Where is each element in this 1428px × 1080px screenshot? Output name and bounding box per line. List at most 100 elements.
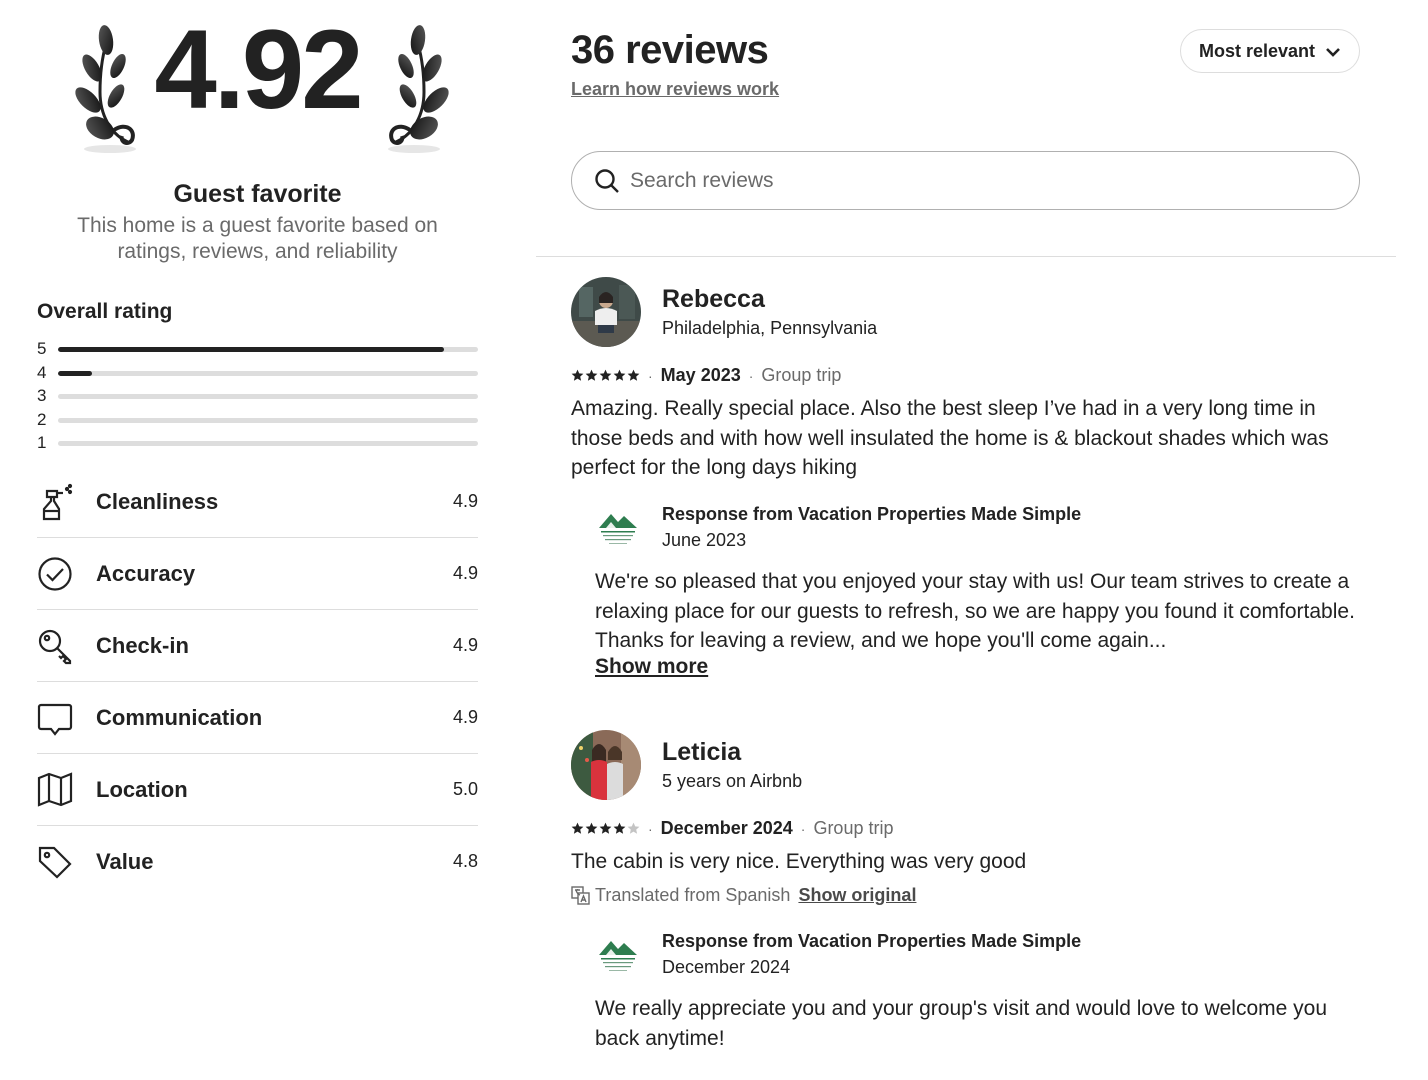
response-date: June 2023 [662,530,747,550]
category-check-in: Check-in 4.9 [37,610,478,682]
category-location: Location 5.0 [37,754,478,826]
review-item: Rebecca Philadelphia, Pennsylvania · May… [571,277,1371,687]
category-label: Value [96,849,154,874]
category-cleanliness: Cleanliness 4.9 [37,466,478,538]
guest-favorite-subtitle: This home is a guest favorite based on r… [77,214,438,263]
chat-bubble-icon [37,703,73,736]
category-value: 4.9 [452,563,478,583]
category-communication: Communication 4.9 [37,682,478,754]
review-meta: · December 2024 · Group trip [571,818,893,839]
learn-how-reviews-work-link[interactable]: Learn how reviews work [571,79,779,100]
response-text: We really appreciate you and your group'… [595,997,1328,1050]
rating-bar-label: 1 [37,433,47,452]
show-original-link[interactable]: Show original [798,885,916,906]
rating-bar-row: 5 [37,339,478,363]
category-value: 4.8 [452,851,478,871]
category-label: Check-in [96,633,189,658]
response-text: We're so pleased that you enjoyed your s… [595,570,1355,652]
separator-dot: · [748,367,754,384]
rating-bar-row: 4 [37,363,478,387]
rating-bar-track [58,370,478,376]
trip-type: Group trip [761,365,842,385]
response-title: Response from Vacation Properties Made S… [662,504,1082,524]
chevron-down-icon [1326,48,1340,57]
section-divider [536,256,1396,257]
rating-bar-track [58,441,478,446]
category-label: Location [96,777,188,802]
review-date: December 2024 [660,818,793,838]
category-value: 5.0 [452,779,478,799]
search-reviews-box[interactable] [571,151,1360,210]
rating-bar-label: 4 [37,362,47,382]
rating-bar-fill [58,370,92,376]
category-ratings: Cleanliness 4.9 Accuracy 4.9 Check-in 4.… [37,466,478,898]
rating-distribution: 5 4 3 2 1 [37,339,478,457]
category-label: Cleanliness [96,489,219,514]
reviews-count: 36 reviews [571,28,769,72]
price-tag-icon [38,846,72,879]
star-rating [571,822,640,835]
review-item: Leticia 5 years on Airbnb · December 202… [571,730,1371,1070]
rating-summary: 4.92 Guest favorite This home is a guest… [37,0,478,879]
category-value: 4.9 [452,707,478,727]
key-icon [38,629,72,665]
reviewer-name[interactable]: Leticia [662,738,741,767]
category-label: Communication [96,705,263,730]
review-meta: · May 2023 · Group trip [571,365,841,386]
map-icon [37,772,73,807]
rating-bar-label: 5 [37,339,47,358]
rating-bar-fill [58,347,445,352]
star-filled-icon [613,822,626,834]
overall-rating-label: Overall rating [37,300,173,323]
separator-dot: · [648,367,653,384]
search-reviews-input[interactable] [630,164,1330,198]
rating-bar-row: 3 [37,386,478,410]
sort-dropdown[interactable]: Most relevant [1180,29,1360,73]
reviewer-name[interactable]: Rebecca [662,285,765,314]
laurel-right-icon [388,25,449,153]
check-circle-icon [38,557,72,591]
reviewer-avatar[interactable] [571,277,641,347]
review-text: The cabin is very nice. Everything was v… [571,850,1027,873]
rating-bar-row: 1 [37,433,478,457]
show-more-link[interactable]: Show more [595,655,708,679]
review-text: Amazing. Really special place. Also the … [571,397,1329,479]
response-title: Response from Vacation Properties Made S… [662,931,1082,951]
translate-icon [571,886,590,905]
category-label: Accuracy [96,561,196,586]
sort-dropdown-label: Most relevant [1199,40,1316,61]
star-filled-icon [613,369,626,381]
star-filled-icon [571,822,584,834]
separator-dot: · [800,820,806,837]
category-value: 4.9 [452,635,478,655]
translated-from-label: Translated from Spanish [595,885,791,905]
star-empty-icon [627,822,640,834]
category-value: 4.9 [452,491,478,511]
trip-type: Group trip [813,818,894,838]
rating-bar-label: 3 [37,386,47,405]
reviewer-avatar[interactable] [571,730,641,800]
rating-bar-track [58,347,478,352]
category-value-rating: Value 4.8 [37,826,478,898]
rating-bar-row: 2 [37,410,478,434]
response-date: December 2024 [662,957,791,977]
review-date: May 2023 [660,365,741,385]
spray-bottle-icon [42,483,73,521]
translation-note: Translated from Spanish Show original [571,885,916,906]
reviewer-location: Philadelphia, Pennsylvania [662,318,878,338]
host-response: Response from Vacation Properties Made S… [595,931,1365,1061]
guest-favorite-title: Guest favorite [173,180,342,208]
rating-hero: 4.92 [37,0,478,170]
star-filled-icon [571,369,584,381]
star-filled-icon [599,822,612,834]
star-filled-icon [585,369,598,381]
separator-dot: · [648,820,653,837]
host-response: Response from Vacation Properties Made S… [595,504,1365,684]
reviewer-tenure: 5 years on Airbnb [662,771,803,791]
host-logo-icon [599,941,637,971]
star-filled-icon [599,369,612,381]
host-logo-icon [599,514,637,544]
star-filled-icon [627,369,640,381]
rating-bar-track [58,394,478,399]
rating-bar-track [58,417,478,423]
